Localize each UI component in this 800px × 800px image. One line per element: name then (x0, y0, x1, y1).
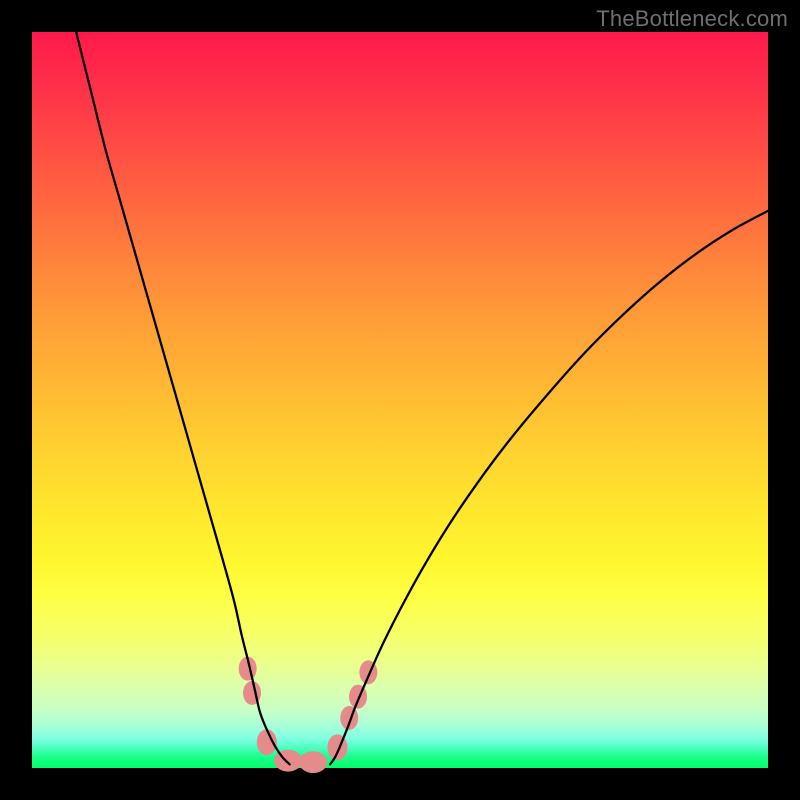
marker-dot (299, 751, 327, 773)
marker-layer (239, 657, 378, 773)
chart-frame: TheBottleneck.com (0, 0, 800, 800)
watermark-text: TheBottleneck.com (596, 6, 788, 32)
plot-area (32, 32, 768, 768)
left-curve (76, 32, 289, 764)
right-curve (330, 211, 768, 764)
curves-svg (32, 32, 768, 768)
